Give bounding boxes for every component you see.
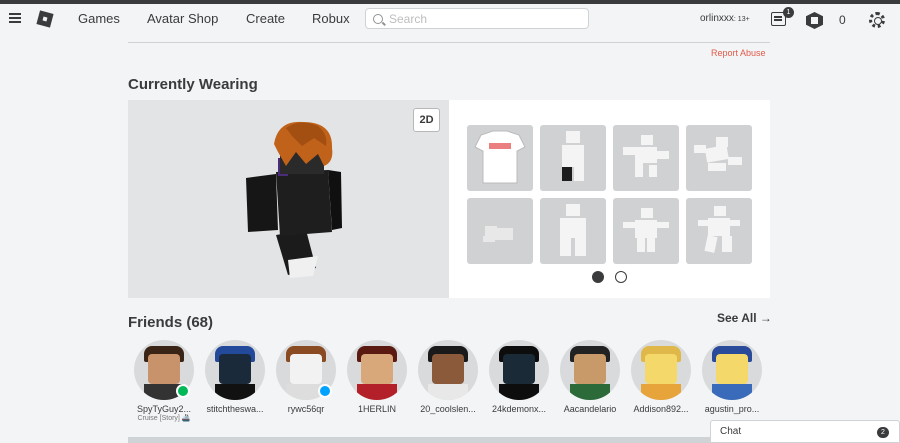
chat-label: Chat [720, 426, 742, 437]
nav-games[interactable]: Games [78, 11, 120, 26]
animation-thumbnail [562, 131, 584, 181]
animation-thumbnail [623, 208, 669, 252]
friend-card[interactable]: 24kdemonx... [488, 340, 550, 414]
nav-robux[interactable]: Robux [312, 11, 350, 26]
item-tile-animation[interactable] [613, 125, 679, 191]
item-tile-animation[interactable] [686, 198, 752, 264]
avatar-body [357, 384, 397, 400]
search-input[interactable] [389, 11, 569, 26]
divider [128, 42, 770, 43]
robux-icon[interactable] [806, 12, 823, 29]
avatar-head [290, 354, 322, 384]
friend-card[interactable]: Aacandelario [559, 340, 621, 414]
search-icon [373, 13, 383, 24]
friend-name: Aacandelario [563, 404, 617, 414]
friend-card[interactable]: agustin_pro... [701, 340, 763, 414]
chevron-right-icon: → [759, 311, 772, 325]
friend-name: Addison892... [633, 404, 689, 414]
avatar-head [219, 354, 251, 384]
item-tile-animation[interactable] [467, 198, 533, 264]
avatar-head [574, 354, 606, 384]
avatar [418, 340, 478, 400]
chat-bar[interactable]: Chat 2 [710, 420, 900, 443]
animation-thumbnail [694, 137, 742, 171]
avatar [205, 340, 265, 400]
robux-count[interactable]: 0 [839, 13, 846, 27]
nav-avatar-shop[interactable]: Avatar Shop [147, 11, 218, 26]
toggle-2d-button[interactable]: 2D [413, 108, 440, 132]
avatar-figure [246, 121, 342, 278]
top-navigation-bar: Games Avatar Shop Create Robux orlinxxx:… [0, 0, 900, 35]
chat-count-badge: 2 [877, 427, 889, 438]
friend-name: SpyTyGuy2... [136, 404, 192, 414]
friend-card[interactable]: Addison892... [630, 340, 692, 414]
avatar [702, 340, 762, 400]
friend-name: stitchtheswa... [206, 404, 264, 414]
animation-thumbnail [560, 204, 586, 256]
nav-create[interactable]: Create [246, 11, 285, 26]
avatar-head [716, 354, 748, 384]
carousel-dot[interactable] [615, 271, 627, 283]
avatar-body [712, 384, 752, 400]
avatar-preview[interactable] [128, 100, 449, 298]
section-divider [128, 437, 770, 443]
animation-thumbnail [698, 206, 740, 253]
friend-name: agustin_pro... [704, 404, 760, 414]
item-tile-shirt[interactable] [467, 125, 533, 191]
avatar-head [361, 354, 393, 384]
friend-name: 24kdemonx... [491, 404, 547, 414]
messages-count-badge: 1 [783, 7, 794, 18]
avatar-head [503, 354, 535, 384]
shirt-thumbnail [474, 130, 526, 184]
avatar-body [570, 384, 610, 400]
friend-status[interactable]: Cruise [Story] 🚢 [133, 414, 195, 422]
friends-heading: Friends (68) [128, 314, 214, 331]
item-tile-animation[interactable] [613, 198, 679, 264]
friend-card[interactable]: rywc56qr [275, 340, 337, 414]
user-account[interactable]: orlinxxx: 13+ [700, 13, 750, 24]
age-tag: : 13+ [733, 16, 750, 23]
avatar-body [641, 384, 681, 400]
friend-name: 1HERLIN [357, 404, 396, 414]
avatar-head [148, 354, 180, 384]
roblox-logo-icon[interactable] [36, 10, 54, 28]
username[interactable]: orlinxxx [700, 13, 734, 24]
online-presence-icon [318, 384, 332, 398]
item-tile-animation[interactable] [540, 125, 606, 191]
avatar-body [499, 384, 539, 400]
item-tile-animation[interactable] [540, 198, 606, 264]
avatar-head [432, 354, 464, 384]
avatar [631, 340, 691, 400]
animation-thumbnail [483, 226, 513, 242]
item-tile-animation[interactable] [686, 125, 752, 191]
carousel-dot-active[interactable] [592, 271, 604, 283]
see-all-link[interactable]: See All → [717, 311, 772, 325]
friend-card[interactable]: SpyTyGuy2... Cruise [Story] 🚢 [133, 340, 195, 422]
friend-name: rywc56qr [287, 404, 325, 414]
menu-icon[interactable] [9, 13, 21, 23]
animation-thumbnail [623, 135, 669, 177]
avatar-body [215, 384, 255, 400]
friend-name: 20_coolslen... [420, 404, 476, 414]
gear-icon[interactable] [869, 12, 885, 28]
friend-card[interactable]: 1HERLIN [346, 340, 408, 414]
avatar [347, 340, 407, 400]
avatar [489, 340, 549, 400]
avatar [560, 340, 620, 400]
see-all-label: See All [717, 311, 757, 325]
currently-wearing-heading: Currently Wearing [128, 76, 258, 93]
search-box[interactable] [365, 8, 589, 29]
report-abuse-link[interactable]: Report Abuse [711, 48, 766, 58]
friend-card[interactable]: stitchtheswa... [204, 340, 266, 414]
in-game-presence-icon [176, 384, 190, 398]
friend-card[interactable]: 20_coolslen... [417, 340, 479, 414]
avatar-head [645, 354, 677, 384]
avatar-body [428, 384, 468, 400]
